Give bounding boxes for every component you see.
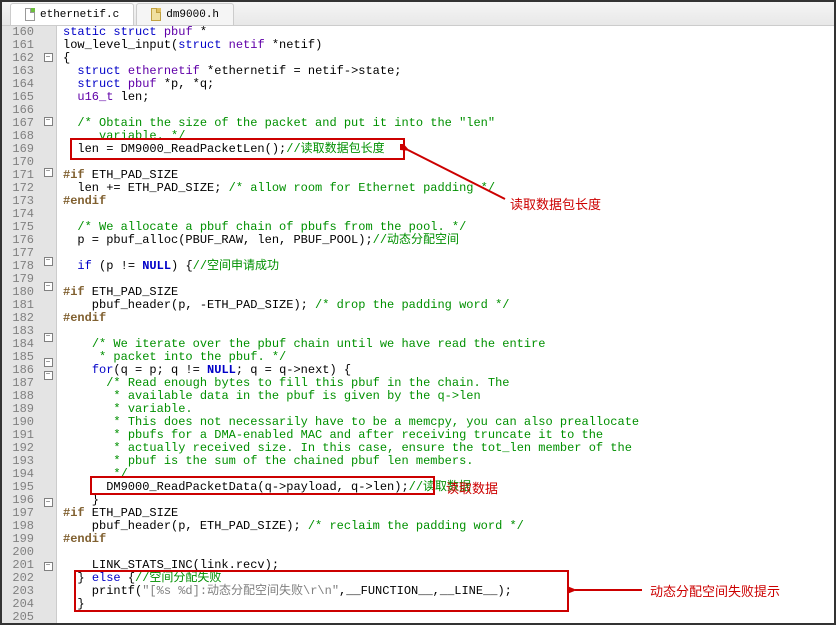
code-line[interactable]: p = pbuf_alloc(PBUF_RAW, len, PBUF_POOL)… [63, 234, 834, 247]
fold-toggle-icon[interactable]: − [44, 117, 53, 126]
editor-window: ethernetif.c dm9000.h 1601611621631641651… [0, 0, 836, 625]
fold-toggle-icon[interactable]: − [44, 53, 53, 62]
fold-column: − − − − − − − − − − [40, 26, 56, 623]
code-line[interactable]: u16_t len; [63, 91, 834, 104]
fold-toggle-icon[interactable]: − [44, 257, 53, 266]
code-line[interactable]: pbuf_header(p, -ETH_PAD_SIZE); /* drop t… [63, 299, 834, 312]
tab-label: dm9000.h [166, 9, 219, 21]
line-number-column: 1601611621631641651661671681691701711721… [2, 26, 40, 623]
tab-bar: ethernetif.c dm9000.h [2, 2, 834, 26]
code-column[interactable]: static struct pbuf *low_level_input(stru… [57, 26, 834, 623]
gutter: 1601611621631641651661671681691701711721… [2, 26, 57, 623]
code-line[interactable]: printf("[%s %d]:动态分配空间失败\r\n",__FUNCTION… [63, 585, 834, 598]
line-number: 205 [2, 611, 34, 623]
code-line[interactable]: #endif [63, 195, 834, 208]
code-line[interactable] [63, 273, 834, 286]
code-line[interactable]: #endif [63, 312, 834, 325]
code-line[interactable]: low_level_input(struct netif *netif) [63, 39, 834, 52]
code-line[interactable]: if (p != NULL) {//空间申请成功 [63, 260, 834, 273]
c-file-icon [25, 8, 35, 21]
code-line[interactable]: len += ETH_PAD_SIZE; /* allow room for E… [63, 182, 834, 195]
code-line[interactable] [63, 156, 834, 169]
h-file-icon [151, 8, 161, 21]
fold-toggle-icon[interactable]: − [44, 282, 53, 291]
fold-toggle-icon[interactable]: − [44, 333, 53, 342]
tab-ethernetif-c[interactable]: ethernetif.c [10, 3, 134, 25]
code-line[interactable]: * pbuf is the sum of the chained pbuf le… [63, 455, 834, 468]
code-line[interactable]: pbuf_header(p, ETH_PAD_SIZE); /* reclaim… [63, 520, 834, 533]
fold-toggle-icon[interactable]: − [44, 358, 53, 367]
tab-dm9000-h[interactable]: dm9000.h [136, 3, 234, 25]
fold-toggle-icon[interactable]: − [44, 498, 53, 507]
code-line[interactable] [63, 611, 834, 623]
fold-toggle-icon[interactable]: − [44, 562, 53, 571]
code-line[interactable]: } [63, 598, 834, 611]
code-line[interactable]: DM9000_ReadPacketData(q->payload, q->len… [63, 481, 834, 494]
tab-label: ethernetif.c [40, 9, 119, 21]
editor-area[interactable]: 1601611621631641651661671681691701711721… [2, 26, 834, 623]
fold-toggle-icon[interactable]: − [44, 168, 53, 177]
code-line[interactable]: #endif [63, 533, 834, 546]
code-line[interactable]: } [63, 494, 834, 507]
fold-toggle-icon[interactable]: − [44, 371, 53, 380]
code-line[interactable]: len = DM9000_ReadPacketLen();//读取数据包长度 [63, 143, 834, 156]
code-line[interactable]: struct pbuf *p, *q; [63, 78, 834, 91]
